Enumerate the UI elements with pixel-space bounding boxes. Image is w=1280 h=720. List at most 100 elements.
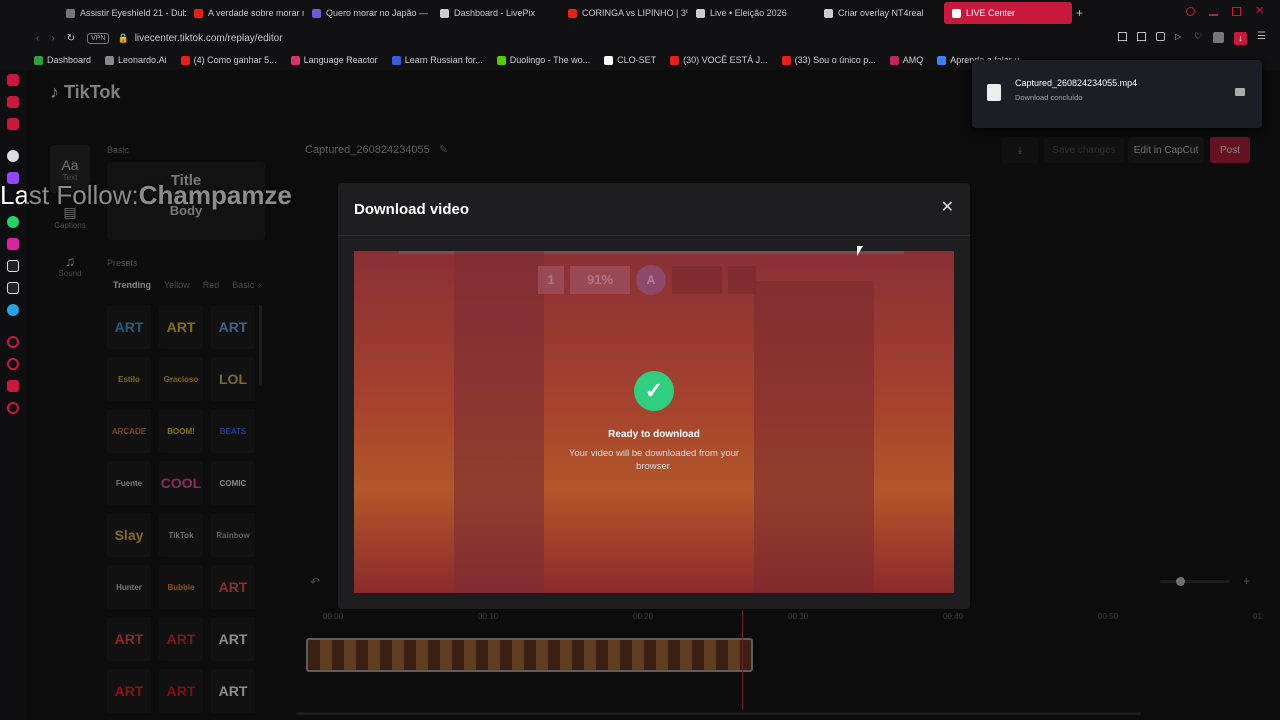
bookmark-label: (4) Como ganhar 5...	[193, 55, 277, 65]
tab-label: Criar overlay NT4real	[838, 8, 924, 18]
download-status: Download concluído	[1015, 93, 1083, 102]
tab-label: LIVE Center	[966, 8, 1016, 18]
tab-favicon-icon	[194, 8, 203, 18]
vpn-badge[interactable]: VPN	[87, 32, 110, 44]
tiktok-icon[interactable]	[7, 260, 19, 272]
extensions-icon[interactable]	[7, 380, 19, 392]
close-icon[interactable]: ✕	[941, 197, 954, 217]
video-preview: 1 91% A ✓ Ready to download Your video w…	[354, 251, 954, 593]
download-filename[interactable]: Captured_260824234055.mp4	[1015, 78, 1137, 88]
bookmark-item[interactable]: CLO-SET	[604, 55, 656, 65]
back-icon[interactable]: ‹	[36, 33, 39, 44]
hud-circle: A	[636, 265, 666, 295]
tab-label: Live • Eleição 2026	[710, 8, 787, 18]
history-icon[interactable]	[7, 336, 19, 348]
search-tabs-icon[interactable]	[1186, 7, 1195, 16]
download-icon[interactable]: ↓	[1234, 32, 1247, 45]
bookmark-label: Dashboard	[47, 55, 92, 65]
tab-favicon-icon	[312, 8, 321, 18]
tab-label: Dashboard - LivePix	[454, 8, 536, 18]
snapshot-icon[interactable]	[1137, 32, 1146, 41]
news-icon[interactable]	[7, 118, 19, 130]
bookmark-favicon-icon	[781, 55, 791, 65]
lock-icon: 🔒	[117, 32, 129, 43]
bookmark-favicon-icon	[604, 55, 614, 65]
address-bar: ‹ › ↻ VPN 🔒 livecenter.tiktok.com/replay…	[0, 26, 1280, 50]
tab-label: CORINGA vs LIPINHO | 3º	[582, 8, 688, 18]
browser-tab[interactable]: Dashboard - LivePix	[432, 2, 560, 24]
bookmark-favicon-icon	[670, 55, 680, 65]
settings-icon[interactable]	[7, 402, 19, 414]
instagram-icon[interactable]	[7, 238, 19, 250]
tab-favicon-icon	[824, 8, 833, 18]
download-complete-popup[interactable]: Captured_260824234055.mp4 Download concl…	[972, 60, 1262, 128]
hud-left-box: 1	[538, 266, 564, 294]
telegram-icon[interactable]	[7, 304, 19, 316]
pillar-left	[454, 251, 544, 593]
tab-favicon-icon	[440, 8, 449, 18]
bookmark-item[interactable]: Language Reactor	[290, 55, 378, 65]
tab-label: Quero morar no Japão —	[326, 8, 429, 18]
chatgpt-icon[interactable]	[7, 150, 19, 162]
browser-tab[interactable]: Criar overlay NT4real	[816, 2, 944, 24]
heart-icon[interactable]: ♡	[1194, 32, 1203, 41]
maximize-icon[interactable]	[1232, 7, 1241, 16]
modal-divider	[338, 235, 970, 236]
bookmark-item[interactable]: (4) Como ganhar 5...	[180, 55, 277, 65]
browser-tab[interactable]: A verdade sobre morar no	[186, 2, 304, 24]
minimize-icon[interactable]	[1209, 14, 1218, 16]
bookmark-label: Language Reactor	[303, 55, 378, 65]
profile-icon[interactable]	[1213, 32, 1224, 43]
bookmark-favicon-icon	[34, 55, 43, 65]
bookmark-item[interactable]: AMQ	[889, 55, 923, 65]
tab-bar: Assistir Eyeshield 21 - Dub A verdade sob…	[0, 0, 1280, 26]
modal-title: Download video	[354, 201, 470, 218]
hud-right-box-2	[728, 266, 756, 294]
menu-icon[interactable]: ☰	[1257, 32, 1266, 42]
player-icon[interactable]	[7, 96, 19, 108]
browser-tab[interactable]: Live • Eleição 2026	[688, 2, 816, 24]
url-field[interactable]: livecenter.tiktok.com/replay/editor	[135, 33, 283, 44]
ready-description: Your video will be downloaded from your …	[568, 448, 740, 472]
browser-tab[interactable]: LIVE Center	[944, 2, 1072, 24]
tab-favicon-icon	[66, 8, 75, 18]
tab-favicon-icon	[952, 8, 961, 18]
window-controls: ✕	[1186, 6, 1264, 17]
play-icon[interactable]: ▷	[1175, 32, 1184, 41]
aria-icon[interactable]	[7, 74, 19, 86]
video-file-icon	[987, 84, 1001, 101]
clock-icon[interactable]	[7, 358, 19, 370]
hud-percent: 91%	[570, 266, 630, 294]
bookmark-item[interactable]: (30) VOCÊ ESTÁ J...	[670, 55, 768, 65]
x-icon[interactable]	[7, 282, 19, 294]
browser-tab[interactable]: Quero morar no Japão —	[304, 2, 432, 24]
shield-icon[interactable]	[1156, 32, 1165, 41]
ready-title: Ready to download	[608, 429, 700, 440]
check-icon: ✓	[634, 371, 674, 411]
bookmark-label: (33) Sou o único p...	[794, 55, 876, 65]
whatsapp-icon[interactable]	[7, 216, 19, 228]
bookmark-item[interactable]: (33) Sou o único p...	[781, 55, 876, 65]
bookmark-favicon-icon	[889, 55, 899, 65]
reload-icon[interactable]: ↻	[67, 33, 75, 44]
bookmark-item[interactable]: Learn Russian for...	[391, 55, 483, 65]
mouse-cursor-icon	[857, 246, 863, 256]
bookmark-item[interactable]: Duolingo - The wo...	[496, 55, 590, 65]
new-tab-button[interactable]: +	[1076, 6, 1083, 20]
browser-tab[interactable]: CORINGA vs LIPINHO | 3º	[560, 2, 688, 24]
bookmark-item[interactable]: Dashboard	[34, 55, 91, 65]
folder-icon[interactable]	[1235, 88, 1245, 96]
bookmark-favicon-icon	[496, 55, 506, 65]
browser-tab[interactable]: Assistir Eyeshield 21 - Dub	[58, 2, 186, 24]
bookmark-item[interactable]: Leonardo.Ai	[105, 55, 167, 65]
download-video-modal: Download video ✕ 1 91% A ✓ Ready to down…	[338, 183, 970, 609]
close-window-icon[interactable]: ✕	[1255, 6, 1264, 17]
bookmark-favicon-icon	[937, 55, 947, 65]
bookmark-label: (30) VOCÊ ESTÁ J...	[683, 55, 768, 65]
bookmark-label: Learn Russian for...	[404, 55, 483, 65]
bookmark-label: CLO-SET	[617, 55, 657, 65]
tab-favicon-icon	[696, 8, 705, 18]
forward-icon[interactable]: ›	[51, 33, 54, 44]
toolbar-icons: ▷ ♡ ↓ ☰	[1118, 32, 1266, 45]
pin-icon[interactable]	[1118, 32, 1127, 41]
